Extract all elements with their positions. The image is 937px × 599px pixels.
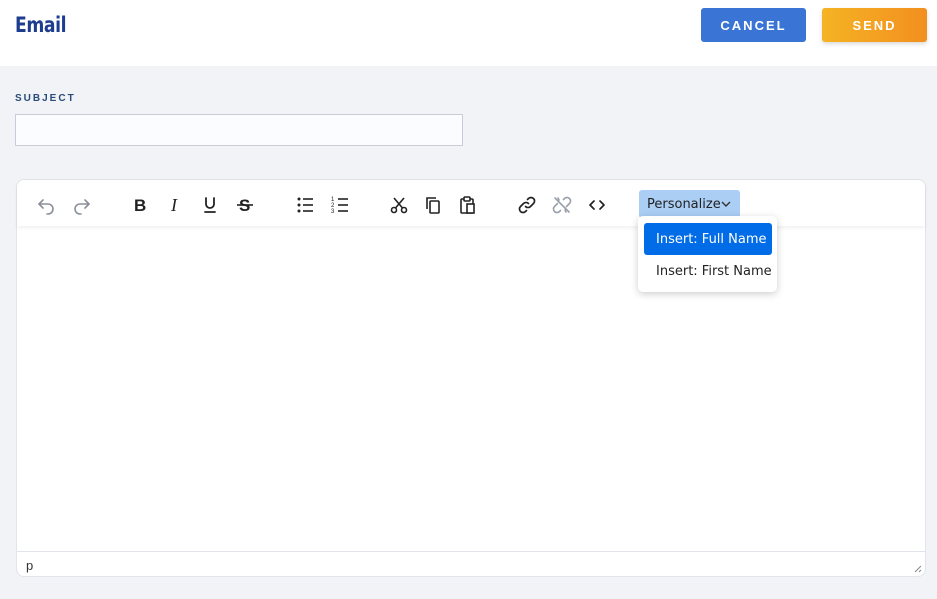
link-icon[interactable] xyxy=(514,192,540,218)
chevron-down-icon xyxy=(721,201,731,207)
cancel-button[interactable]: CANCEL xyxy=(701,8,806,42)
header-bar: Email CANCEL SEND xyxy=(0,0,937,66)
svg-text:B: B xyxy=(134,196,146,215)
source-code-icon[interactable] xyxy=(584,192,610,218)
redo-icon[interactable] xyxy=(69,192,95,218)
italic-icon[interactable]: I xyxy=(162,192,188,218)
send-button[interactable]: SEND xyxy=(822,8,927,42)
unlink-icon[interactable] xyxy=(549,192,575,218)
rich-text-editor: B I S 123 Personalize p xyxy=(16,179,926,577)
bullet-list-icon[interactable] xyxy=(292,192,318,218)
menu-item-insert-full-name[interactable]: Insert: Full Name xyxy=(644,223,772,255)
page-title: Email xyxy=(15,13,67,37)
personalize-dropdown[interactable]: Personalize xyxy=(639,190,740,218)
editor-content-area[interactable] xyxy=(17,226,925,551)
paste-icon[interactable] xyxy=(455,192,481,218)
svg-text:I: I xyxy=(170,195,178,215)
subject-label: SUBJECT xyxy=(15,93,76,104)
bold-icon[interactable]: B xyxy=(127,192,153,218)
numbered-list-icon[interactable]: 123 xyxy=(327,192,353,218)
copy-icon[interactable] xyxy=(420,192,446,218)
menu-item-insert-first-name[interactable]: Insert: First Name xyxy=(644,255,772,287)
editor-toolbar: B I S 123 Personalize xyxy=(17,180,925,226)
editor-statusbar: p xyxy=(17,551,925,576)
svg-text:3: 3 xyxy=(331,209,335,215)
element-path[interactable]: p xyxy=(26,558,33,573)
subject-input[interactable] xyxy=(15,114,463,146)
personalize-menu: Insert: Full Name Insert: First Name xyxy=(638,216,777,292)
cut-icon[interactable] xyxy=(386,192,412,218)
underline-icon[interactable] xyxy=(197,192,223,218)
resize-handle-icon[interactable] xyxy=(912,563,922,573)
undo-icon[interactable] xyxy=(33,192,59,218)
personalize-label: Personalize xyxy=(647,196,721,212)
strikethrough-icon[interactable]: S xyxy=(232,192,258,218)
